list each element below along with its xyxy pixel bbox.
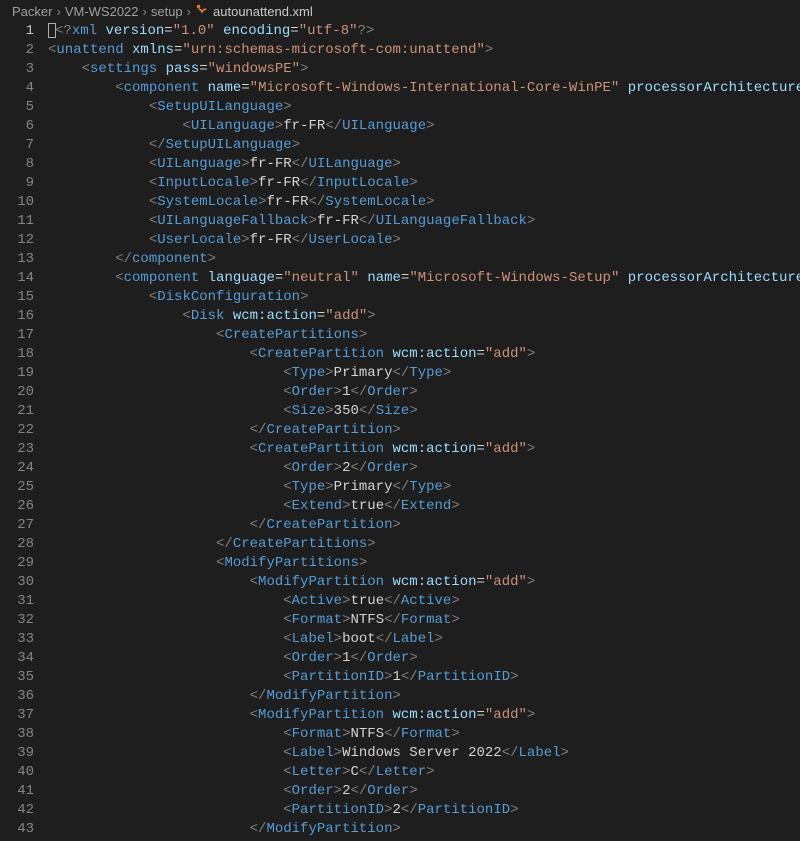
code-line[interactable]: <ModifyPartition wcm:action="add"> xyxy=(48,706,800,725)
code-line[interactable]: <component name="Microsoft-Windows-Inter… xyxy=(48,79,800,98)
code-line[interactable]: <Extend>true</Extend> xyxy=(48,497,800,516)
line-number: 35 xyxy=(0,668,34,687)
line-number: 14 xyxy=(0,269,34,288)
line-number: 40 xyxy=(0,763,34,782)
line-number: 27 xyxy=(0,516,34,535)
line-number-gutter: 1234567891011121314151617181920212223242… xyxy=(0,22,48,841)
breadcrumb-segment[interactable]: Packer xyxy=(12,4,52,19)
chevron-right-icon: › xyxy=(143,4,147,19)
xml-file-icon xyxy=(195,3,209,20)
line-number: 10 xyxy=(0,193,34,212)
code-line[interactable]: </SetupUILanguage> xyxy=(48,136,800,155)
breadcrumb[interactable]: Packer › VM-WS2022 › setup › autounatten… xyxy=(0,0,800,22)
line-number: 20 xyxy=(0,383,34,402)
code-line[interactable]: </ModifyPartition> xyxy=(48,687,800,706)
line-number: 36 xyxy=(0,687,34,706)
line-number: 22 xyxy=(0,421,34,440)
line-number: 30 xyxy=(0,573,34,592)
line-number: 11 xyxy=(0,212,34,231)
code-line[interactable]: <SystemLocale>fr-FR</SystemLocale> xyxy=(48,193,800,212)
code-line[interactable]: </CreatePartition> xyxy=(48,421,800,440)
line-number: 1 xyxy=(0,22,34,41)
line-number: 5 xyxy=(0,98,34,117)
code-line[interactable]: </CreatePartitions> xyxy=(48,535,800,554)
line-number: 8 xyxy=(0,155,34,174)
line-number: 19 xyxy=(0,364,34,383)
line-number: 4 xyxy=(0,79,34,98)
code-line[interactable]: </ModifyPartition> xyxy=(48,820,800,839)
code-line[interactable]: <InputLocale>fr-FR</InputLocale> xyxy=(48,174,800,193)
breadcrumb-file-label: autounattend.xml xyxy=(213,4,313,19)
line-number: 41 xyxy=(0,782,34,801)
line-number: 21 xyxy=(0,402,34,421)
line-number: 3 xyxy=(0,60,34,79)
code-line[interactable]: <UILanguage>fr-FR</UILanguage> xyxy=(48,155,800,174)
line-number: 39 xyxy=(0,744,34,763)
line-number: 23 xyxy=(0,440,34,459)
line-number: 7 xyxy=(0,136,34,155)
line-number: 15 xyxy=(0,288,34,307)
line-number: 42 xyxy=(0,801,34,820)
code-line[interactable]: <?xml version="1.0" encoding="utf-8"?> xyxy=(48,22,800,41)
line-number: 37 xyxy=(0,706,34,725)
code-line[interactable]: <ModifyPartitions> xyxy=(48,554,800,573)
code-line[interactable]: <PartitionID>1</PartitionID> xyxy=(48,668,800,687)
code-line[interactable]: <Label>boot</Label> xyxy=(48,630,800,649)
line-number: 43 xyxy=(0,820,34,839)
code-line[interactable]: <CreatePartition wcm:action="add"> xyxy=(48,345,800,364)
line-number: 17 xyxy=(0,326,34,345)
breadcrumb-file[interactable]: autounattend.xml xyxy=(195,3,313,20)
line-number: 32 xyxy=(0,611,34,630)
line-number: 16 xyxy=(0,307,34,326)
breadcrumb-segment[interactable]: VM-WS2022 xyxy=(65,4,139,19)
line-number: 24 xyxy=(0,459,34,478)
code-line[interactable]: <UILanguage>fr-FR</UILanguage> xyxy=(48,117,800,136)
line-number: 6 xyxy=(0,117,34,136)
line-number: 38 xyxy=(0,725,34,744)
code-editor[interactable]: 1234567891011121314151617181920212223242… xyxy=(0,22,800,841)
code-line[interactable]: <Order>1</Order> xyxy=(48,649,800,668)
code-line[interactable]: <Type>Primary</Type> xyxy=(48,364,800,383)
line-number: 26 xyxy=(0,497,34,516)
code-line[interactable]: <Active>true</Active> xyxy=(48,592,800,611)
line-number: 2 xyxy=(0,41,34,60)
code-line[interactable]: <Label>Windows Server 2022</Label> xyxy=(48,744,800,763)
code-line[interactable]: <CreatePartitions> xyxy=(48,326,800,345)
code-line[interactable]: <SetupUILanguage> xyxy=(48,98,800,117)
code-line[interactable]: </component> xyxy=(48,250,800,269)
code-line[interactable]: <settings pass="windowsPE"> xyxy=(48,60,800,79)
breadcrumb-segment[interactable]: setup xyxy=(151,4,183,19)
line-number: 13 xyxy=(0,250,34,269)
line-number: 31 xyxy=(0,592,34,611)
code-line[interactable]: <UserLocale>fr-FR</UserLocale> xyxy=(48,231,800,250)
code-line[interactable]: <Format>NTFS</Format> xyxy=(48,725,800,744)
code-line[interactable]: <PartitionID>2</PartitionID> xyxy=(48,801,800,820)
code-line[interactable]: <Order>2</Order> xyxy=(48,459,800,478)
line-number: 25 xyxy=(0,478,34,497)
code-line[interactable]: <ModifyPartition wcm:action="add"> xyxy=(48,573,800,592)
code-content[interactable]: <?xml version="1.0" encoding="utf-8"?><u… xyxy=(48,22,800,841)
code-line[interactable]: <Letter>C</Letter> xyxy=(48,763,800,782)
code-line[interactable]: <Size>350</Size> xyxy=(48,402,800,421)
line-number: 34 xyxy=(0,649,34,668)
code-line[interactable]: <Format>NTFS</Format> xyxy=(48,611,800,630)
line-number: 18 xyxy=(0,345,34,364)
code-line[interactable]: <Order>2</Order> xyxy=(48,782,800,801)
code-line[interactable]: <Disk wcm:action="add"> xyxy=(48,307,800,326)
chevron-right-icon: › xyxy=(187,4,191,19)
code-line[interactable]: <CreatePartition wcm:action="add"> xyxy=(48,440,800,459)
line-number: 9 xyxy=(0,174,34,193)
line-number: 28 xyxy=(0,535,34,554)
code-line[interactable]: <UILanguageFallback>fr-FR</UILanguageFal… xyxy=(48,212,800,231)
code-line[interactable]: </CreatePartition> xyxy=(48,516,800,535)
code-line[interactable]: <unattend xmlns="urn:schemas-microsoft-c… xyxy=(48,41,800,60)
line-number: 33 xyxy=(0,630,34,649)
code-line[interactable]: <Order>1</Order> xyxy=(48,383,800,402)
code-line[interactable]: <component language="neutral" name="Micr… xyxy=(48,269,800,288)
chevron-right-icon: › xyxy=(56,4,60,19)
code-line[interactable]: <Type>Primary</Type> xyxy=(48,478,800,497)
line-number: 12 xyxy=(0,231,34,250)
code-line[interactable]: <DiskConfiguration> xyxy=(48,288,800,307)
line-number: 29 xyxy=(0,554,34,573)
